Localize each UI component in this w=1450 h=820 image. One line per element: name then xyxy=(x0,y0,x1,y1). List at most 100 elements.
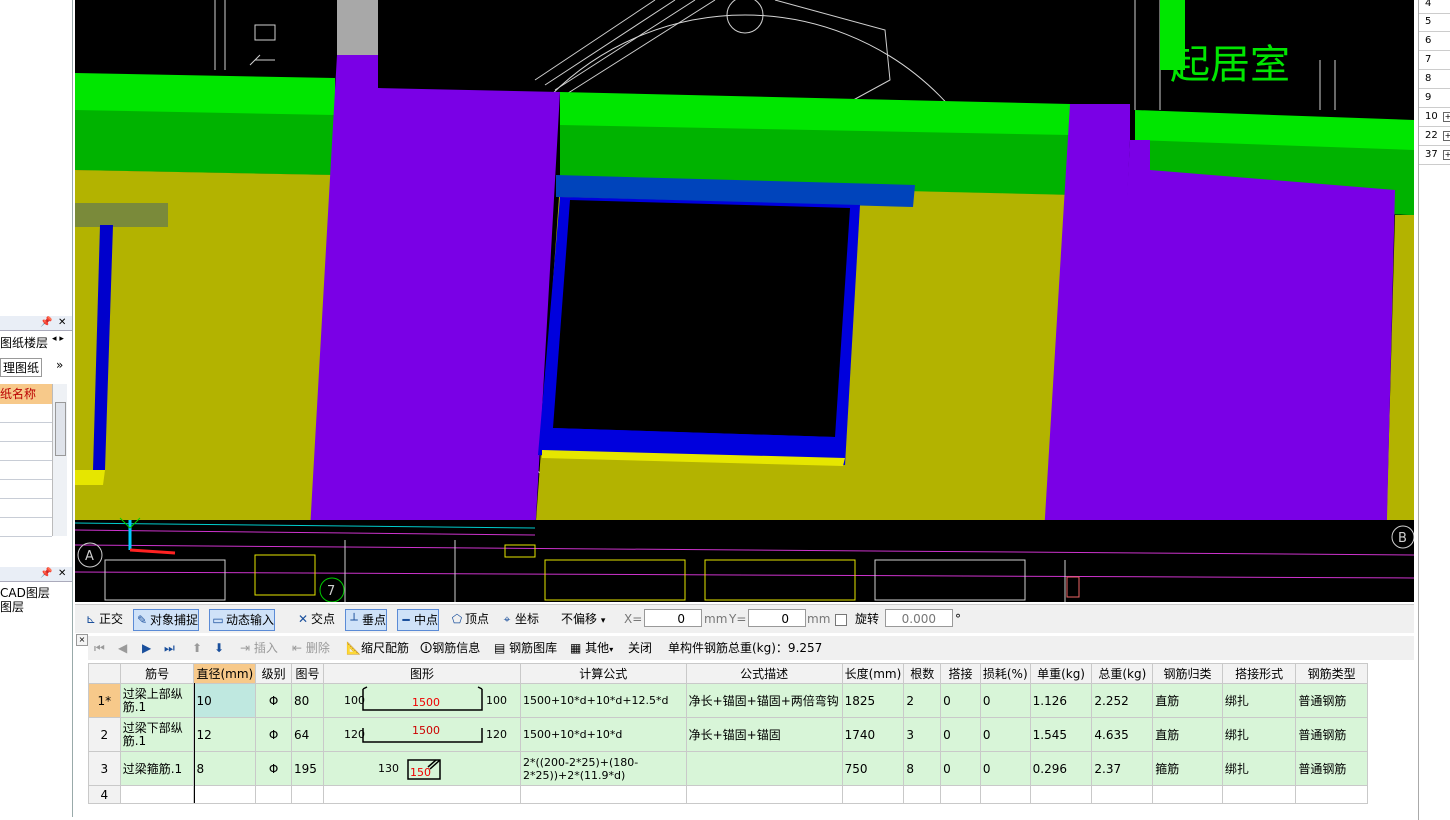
table-row[interactable]: 3 过梁箍筋.1 8 Φ 195 130 150 2*((200-2*25)+(… xyxy=(88,751,1368,786)
scale-rebar-button[interactable]: 📐缩尺配筋 xyxy=(346,639,409,657)
cell-count[interactable]: 2 xyxy=(903,683,942,718)
other-dropdown[interactable]: ▦ 其他▾ xyxy=(570,639,613,657)
table-row[interactable]: 1* 过梁上部纵筋.1 10 Φ 80 100 1500 100 1500+10… xyxy=(88,683,1368,718)
cell-empty[interactable] xyxy=(193,785,257,804)
cell-description[interactable]: 净长+锚固+锚固+两倍弯钩 xyxy=(685,683,843,718)
cell-name[interactable]: 过梁箍筋.1 xyxy=(119,751,195,786)
column-header-shape[interactable]: 图形 xyxy=(322,663,521,684)
cell-shape[interactable]: 130 150 xyxy=(322,751,521,786)
cell-empty[interactable] xyxy=(979,785,1031,804)
column-header-figure-no[interactable]: 图号 xyxy=(291,663,324,684)
cell-description[interactable]: 净长+锚固+锚固 xyxy=(685,717,843,752)
cell-lap[interactable]: 0 xyxy=(940,683,981,718)
cell-empty[interactable] xyxy=(903,785,942,804)
cell-empty[interactable] xyxy=(291,785,324,804)
cell-unit-weight[interactable]: 1.126 xyxy=(1029,683,1093,718)
column-header-diameter[interactable]: 直径(mm) xyxy=(193,663,257,684)
cell-shape[interactable]: 120 1500 120 xyxy=(322,717,521,752)
intersection-button[interactable]: ✕ 交点 xyxy=(295,609,335,629)
cell-diameter[interactable]: 10 xyxy=(193,683,257,718)
close-icon[interactable]: ✕ xyxy=(58,567,66,581)
cell-unit-weight[interactable]: 0.296 xyxy=(1029,751,1093,786)
list-item[interactable]: 6 xyxy=(1419,32,1450,51)
panel-toggle-icon[interactable]: × xyxy=(76,634,88,646)
row-number[interactable]: 3 xyxy=(88,751,121,786)
cell-rebar-type[interactable]: 普通钢筋 xyxy=(1295,683,1368,718)
tab-scroll-arrows[interactable]: ◂ ▸ xyxy=(52,334,64,344)
cell-empty[interactable] xyxy=(1152,785,1223,804)
cell-formula[interactable]: 1500+10*d+10*d xyxy=(519,717,687,752)
cell-unit-weight[interactable]: 1.545 xyxy=(1029,717,1093,752)
list-item[interactable] xyxy=(0,499,52,518)
tab-drawing-floor[interactable]: 图纸楼层 xyxy=(0,334,48,351)
cell-count[interactable]: 8 xyxy=(903,751,942,786)
cell-length[interactable]: 1825 xyxy=(841,683,905,718)
cell-empty[interactable] xyxy=(519,785,687,804)
cell-name[interactable]: 过梁上部纵筋.1 xyxy=(119,683,195,718)
insert-button[interactable]: ⇥ 插入 xyxy=(240,639,278,657)
column-header-lap[interactable]: 搭接 xyxy=(940,663,981,684)
expand-icon[interactable]: + xyxy=(1443,112,1450,122)
layer-item[interactable]: 图层 xyxy=(0,598,24,615)
cell-shape[interactable]: 100 1500 100 xyxy=(322,683,521,718)
cell-lap-type[interactable]: 绑扎 xyxy=(1221,683,1297,718)
close-icon[interactable]: ✕ xyxy=(58,316,66,330)
tab-manage-drawing[interactable]: 理图纸 xyxy=(0,358,43,377)
vertical-scrollbar[interactable] xyxy=(52,384,67,536)
list-item[interactable]: 37 + xyxy=(1419,146,1450,165)
list-item[interactable]: 7 xyxy=(1419,51,1450,70)
cell-grade[interactable]: Φ xyxy=(255,683,293,718)
cell-lap[interactable]: 0 xyxy=(940,717,981,752)
cell-grade[interactable]: Φ xyxy=(255,751,293,786)
first-record-button[interactable]: ⏮ xyxy=(94,639,105,657)
cell-category[interactable]: 直筋 xyxy=(1152,717,1223,752)
delete-button[interactable]: ⇤ 删除 xyxy=(292,639,330,657)
row-number[interactable]: 2 xyxy=(88,717,121,752)
list-item[interactable]: 5 xyxy=(1419,13,1450,32)
cell-figure-no[interactable]: 64 xyxy=(291,717,324,752)
cell-loss[interactable]: 0 xyxy=(979,683,1031,718)
cell-loss[interactable]: 0 xyxy=(979,751,1031,786)
list-item[interactable]: 22 + xyxy=(1419,127,1450,146)
list-item[interactable] xyxy=(0,480,52,499)
ortho-button[interactable]: ⊾ 正交 xyxy=(83,609,123,629)
cell-total-weight[interactable]: 2.37 xyxy=(1091,751,1154,786)
midpoint-button[interactable]: ━ 中点 xyxy=(397,609,440,631)
column-header-rebar-type[interactable]: 钢筋类型 xyxy=(1295,663,1368,684)
column-header-name[interactable]: 筋号 xyxy=(119,663,195,684)
column-header-description[interactable]: 公式描述 xyxy=(685,663,843,684)
cell-formula[interactable]: 2*((200-2*25)+(180-2*25))+2*(11.9*d) xyxy=(519,751,687,786)
column-header-grade[interactable]: 级别 xyxy=(255,663,293,684)
row-number[interactable]: 4 xyxy=(88,785,121,804)
list-item[interactable] xyxy=(0,518,52,537)
cell-loss[interactable]: 0 xyxy=(979,717,1031,752)
next-record-button[interactable]: ▶ xyxy=(142,639,151,657)
perpendicular-button[interactable]: ┴ 垂点 xyxy=(345,609,388,631)
cell-rebar-type[interactable]: 普通钢筋 xyxy=(1295,717,1368,752)
list-item[interactable]: 4 xyxy=(1419,0,1450,14)
cell-name[interactable]: 过梁下部纵筋.1 xyxy=(119,717,195,752)
column-header-category[interactable]: 钢筋归类 xyxy=(1152,663,1223,684)
column-header-loss[interactable]: 损耗(%) xyxy=(979,663,1031,684)
cell-empty[interactable] xyxy=(1091,785,1154,804)
more-icon[interactable]: » xyxy=(56,358,63,372)
column-header-lap-type[interactable]: 搭接形式 xyxy=(1221,663,1297,684)
expand-icon[interactable]: + xyxy=(1443,131,1450,141)
cell-total-weight[interactable]: 4.635 xyxy=(1091,717,1154,752)
cell-length[interactable]: 1740 xyxy=(841,717,905,752)
expand-icon[interactable]: + xyxy=(1443,150,1450,160)
move-up-button[interactable]: ⬆ xyxy=(192,639,202,657)
scroll-thumb[interactable] xyxy=(55,402,66,456)
close-button[interactable]: 关闭 xyxy=(628,639,652,657)
list-item[interactable] xyxy=(0,461,52,480)
rebar-info-button[interactable]: 🛈钢筋信息 xyxy=(420,639,480,657)
table-row[interactable]: 2 过梁下部纵筋.1 12 Φ 64 120 1500 120 1500+10*… xyxy=(88,717,1368,752)
cell-lap-type[interactable]: 绑扎 xyxy=(1221,717,1297,752)
y-input[interactable]: 0 xyxy=(748,609,806,627)
offset-dropdown[interactable]: 不偏移 ▾ xyxy=(561,609,605,629)
column-header-drawing-name[interactable]: 纸名称 xyxy=(0,384,52,404)
cell-formula[interactable]: 1500+10*d+10*d+12.5*d xyxy=(519,683,687,718)
cell-empty[interactable] xyxy=(1221,785,1297,804)
list-item[interactable] xyxy=(0,404,52,423)
object-snap-button[interactable]: ✎ 对象捕捉 xyxy=(133,609,200,631)
